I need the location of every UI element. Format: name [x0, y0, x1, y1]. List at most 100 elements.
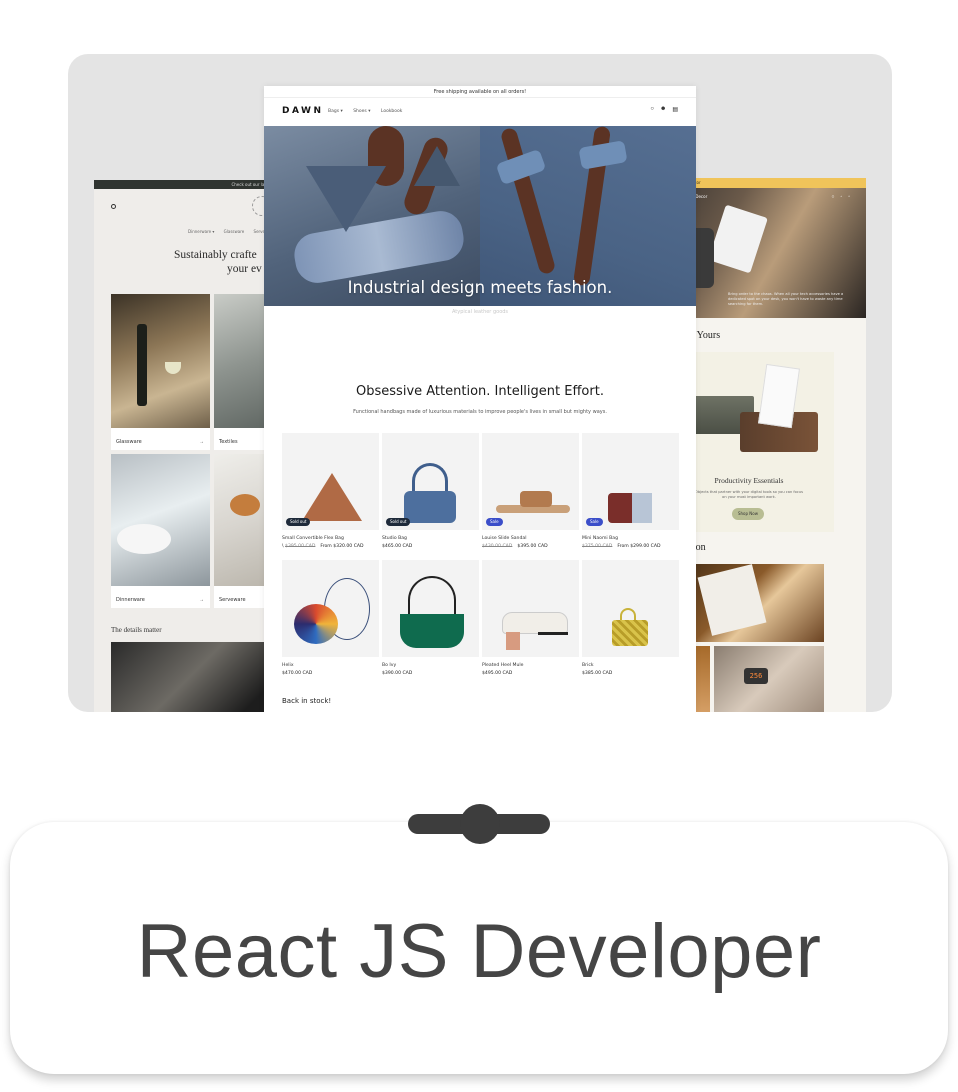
arrow-right-icon: →: [199, 439, 204, 445]
dawn-announcement-bar: Free shipping available on all orders!: [264, 86, 696, 98]
product-image: [382, 560, 479, 657]
skill-label: React JS Developer: [136, 909, 822, 994]
product-name: Brick: [582, 663, 594, 668]
shop-now-button[interactable]: Shop Now: [732, 508, 764, 520]
collection-tile-glassware[interactable]: Glassware →: [111, 294, 210, 450]
product-price: $375.00 CAD From $299.00 CAD: [582, 544, 679, 549]
price-prefix: \: [282, 544, 284, 549]
product-price: $390.00 CAD: [382, 671, 479, 676]
product-price: $495.00 CAD: [482, 671, 579, 676]
details-heading: The details matter: [111, 626, 162, 634]
current-price: $395.00 CAD: [517, 544, 548, 549]
product-price: $430.00 CAD $395.00 CAD: [482, 544, 579, 549]
dinnerware-photo: [111, 454, 210, 586]
triangle-bag-shape: [306, 166, 386, 232]
clock-display: 256: [744, 668, 768, 684]
product-image: Sold out: [382, 433, 479, 530]
search-icon: [111, 204, 116, 209]
product-image: [282, 560, 379, 657]
food-shape: [230, 494, 260, 516]
product-image: Sale: [482, 433, 579, 530]
dawn-header: DAWN Bags ▾ Shoes ▾ Lookbook ○ ☻ ▤: [264, 98, 696, 125]
plate-shape: [117, 524, 171, 554]
product-card[interactable]: Sale Louise Slide Sandal $430.00 CAD $395…: [482, 433, 579, 549]
left-storefront-preview: Check out our latest Dinnerware ▾ Glassw…: [94, 180, 284, 712]
right-header-icons: ○◦▫: [831, 194, 856, 200]
dawn-hero-banner: Industrial design meets fashion.: [264, 126, 696, 306]
search-icon[interactable]: ○: [650, 106, 654, 113]
tile-label: Textiles: [219, 439, 238, 445]
product-price: $385.00 CAD: [582, 671, 679, 676]
bag-shape: [294, 604, 338, 644]
current-price: From $299.00 CAD: [617, 544, 661, 549]
portfolio-tile: Check out our latest Dinnerware ▾ Glassw…: [0, 0, 958, 1092]
compare-price: $395.00 CAD: [285, 544, 316, 549]
hero-caption: Atypical leather goods: [451, 309, 509, 315]
product-card[interactable]: Brick $385.00 CAD: [582, 560, 679, 676]
product-price: $470.00 CAD: [282, 671, 379, 676]
nav-item-bags[interactable]: Bags ▾: [328, 109, 343, 114]
hero-title: Industrial design meets fashion.: [347, 278, 613, 297]
tile-label: Glassware: [116, 439, 142, 445]
collection-tile-dinnerware[interactable]: Dinnerware →: [111, 454, 210, 608]
card-shape: [708, 204, 768, 274]
section-heading: Obsessive Attention. Intelligent Effort.: [356, 384, 604, 399]
left-announcement-bar: Check out our latest: [94, 180, 284, 189]
sole-shape: [538, 632, 568, 635]
nav-item-shoes[interactable]: Shoes ▾: [353, 109, 370, 114]
left-headline-2: your ev: [227, 263, 262, 275]
tile-label: Dinnerware: [116, 597, 145, 603]
compare-price: $430.00 CAD: [482, 544, 513, 549]
product-card[interactable]: Helix $470.00 CAD: [282, 560, 379, 676]
product-name: Mini Naomi Bag: [582, 536, 619, 541]
tile-label: Serveware: [219, 597, 246, 603]
bag-panel-shape: [632, 493, 652, 523]
heel-shape: [506, 632, 520, 650]
collection-photo-3: [714, 646, 824, 712]
product-name: Small Convertible Flex Bag: [282, 536, 344, 541]
current-price: $495.00 CAD: [482, 671, 513, 676]
strap-shape: [412, 463, 448, 493]
bag-shape: [404, 491, 456, 523]
product-card[interactable]: Pleated Heel Mule $495.00 CAD: [482, 560, 579, 676]
bag-shape: [612, 620, 648, 646]
current-price: $385.00 CAD: [582, 671, 613, 676]
product-subtitle: Objects that partner with your digital t…: [695, 490, 803, 499]
left-nav-item[interactable]: Glassware: [224, 229, 245, 234]
section-subheading: Functional handbags made of luxurious ma…: [353, 409, 607, 415]
bag-shape: [400, 614, 464, 648]
current-price: $470.00 CAD: [282, 671, 313, 676]
paper-shape: [697, 564, 767, 636]
product-card[interactable]: Sold out Small Convertible Flex Bag \ $3…: [282, 433, 379, 549]
product-name: Studio Bag: [382, 536, 407, 541]
sale-badge: Sale: [486, 518, 503, 526]
product-price: $465.00 CAD: [382, 544, 479, 549]
product-card[interactable]: Bo Ivy $390.00 CAD: [382, 560, 479, 676]
current-price: $465.00 CAD: [382, 544, 413, 549]
sale-badge: Sale: [586, 518, 603, 526]
back-in-stock-heading: Back in stock!: [282, 697, 332, 705]
left-nav-item[interactable]: Dinnerware ▾: [188, 229, 214, 234]
dawn-header-icons: ○ ☻ ▤: [650, 106, 678, 113]
slider-handle[interactable]: [460, 804, 500, 844]
sold-out-badge: Sold out: [386, 518, 411, 526]
product-card[interactable]: Sold out Studio Bag $465.00 CAD: [382, 433, 479, 549]
account-icon[interactable]: ☻: [660, 106, 666, 113]
product-card[interactable]: Sale Mini Naomi Bag $375.00 CAD From $299…: [582, 433, 679, 549]
cart-icon[interactable]: ▤: [672, 106, 678, 113]
sandal-strap-shape: [520, 491, 552, 507]
product-name: Pleated Heel Mule: [482, 663, 524, 668]
right-hero-text: Bring order to the chaos. When all your …: [728, 292, 844, 306]
cart-icon[interactable]: ▫: [848, 194, 856, 200]
nav-item-lookbook[interactable]: Lookbook: [381, 109, 403, 114]
product-image: [482, 560, 579, 657]
product-image: Sold out: [282, 433, 379, 530]
product-name: Louise Slide Sandal: [482, 536, 527, 541]
right-nav-item[interactable]: Decor: [695, 194, 707, 199]
dawn-nav: Bags ▾ Shoes ▾ Lookbook: [328, 109, 411, 114]
product-name: Helix: [282, 663, 294, 668]
dawn-logo[interactable]: DAWN: [282, 106, 324, 116]
wine-glass-shape: [165, 362, 181, 374]
current-price: $390.00 CAD: [382, 671, 413, 676]
arrow-right-icon: →: [199, 597, 204, 603]
